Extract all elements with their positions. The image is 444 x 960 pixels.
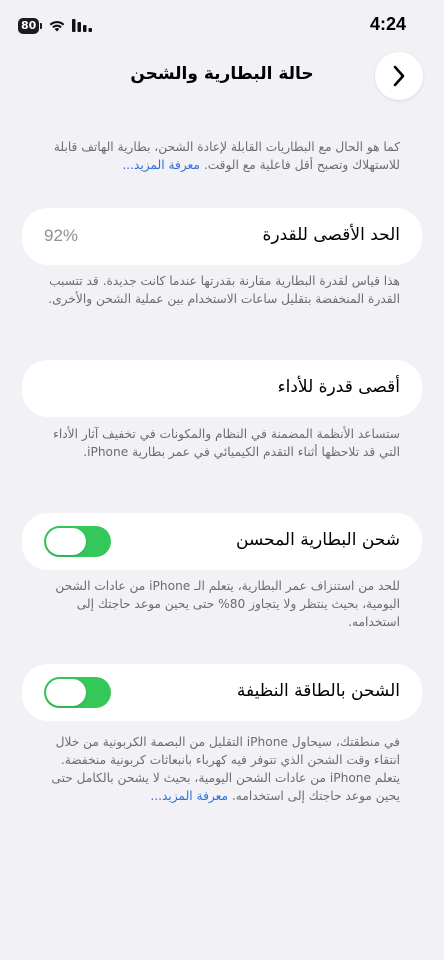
peak-performance-footer: ستساعد الأنظمة المضمنة في النظام والمكون… bbox=[53, 427, 400, 459]
intro-description: كما هو الحال مع البطاريات القابلة لإعادة… bbox=[53, 140, 400, 172]
max-capacity-value: 92% bbox=[44, 226, 79, 245]
max-capacity-row: الحد الأقصى للقدرة 92% bbox=[22, 208, 422, 265]
optimized-charging-label: شحن البطارية المحسن bbox=[236, 530, 400, 550]
wifi-icon bbox=[49, 20, 65, 32]
clean-energy-learn-more-link[interactable]: معرفة المزيد... bbox=[150, 789, 228, 803]
clean-energy-row: الشحن بالطاقة النظيفة bbox=[22, 664, 422, 721]
max-capacity-label: الحد الأقصى للقدرة bbox=[262, 225, 400, 245]
clean-energy-label: الشحن بالطاقة النظيفة bbox=[236, 681, 400, 701]
navigation-bar: حالة البطارية والشحن bbox=[0, 52, 444, 100]
battery-icon: 80 bbox=[18, 18, 43, 34]
optimized-charging-toggle[interactable] bbox=[44, 526, 111, 557]
battery-level: 80 bbox=[18, 18, 40, 34]
back-button[interactable] bbox=[375, 52, 423, 100]
optimized-charging-row: شحن البطارية المحسن bbox=[22, 513, 422, 570]
peak-performance-label: أقصى قدرة للأداء bbox=[277, 377, 400, 397]
status-time: 4:24 bbox=[369, 14, 406, 34]
optimized-charging-footer: للحد من استنزاف عمر البطارية، يتعلم الـ … bbox=[55, 579, 400, 629]
clean-energy-footer: في منطقتك، سيحاول iPhone التقليل من البص… bbox=[33, 733, 400, 805]
clean-energy-toggle[interactable] bbox=[44, 677, 111, 708]
status-bar: 80 4:24 bbox=[0, 0, 444, 52]
learn-more-link[interactable]: معرفة المزيد... bbox=[122, 158, 200, 172]
max-capacity-footer: هذا قياس لقدرة البطارية مقارنة بقدرتها ع… bbox=[48, 274, 400, 306]
toggle-knob bbox=[46, 679, 86, 706]
cellular-signal-icon bbox=[72, 19, 93, 32]
peak-performance-row: أقصى قدرة للأداء bbox=[22, 360, 422, 417]
chevron-right-icon bbox=[393, 65, 405, 87]
toggle-knob bbox=[46, 528, 86, 555]
intro-text: كما هو الحال مع البطاريات القابلة لإعادة… bbox=[33, 138, 400, 174]
status-icons: 80 bbox=[18, 18, 94, 34]
